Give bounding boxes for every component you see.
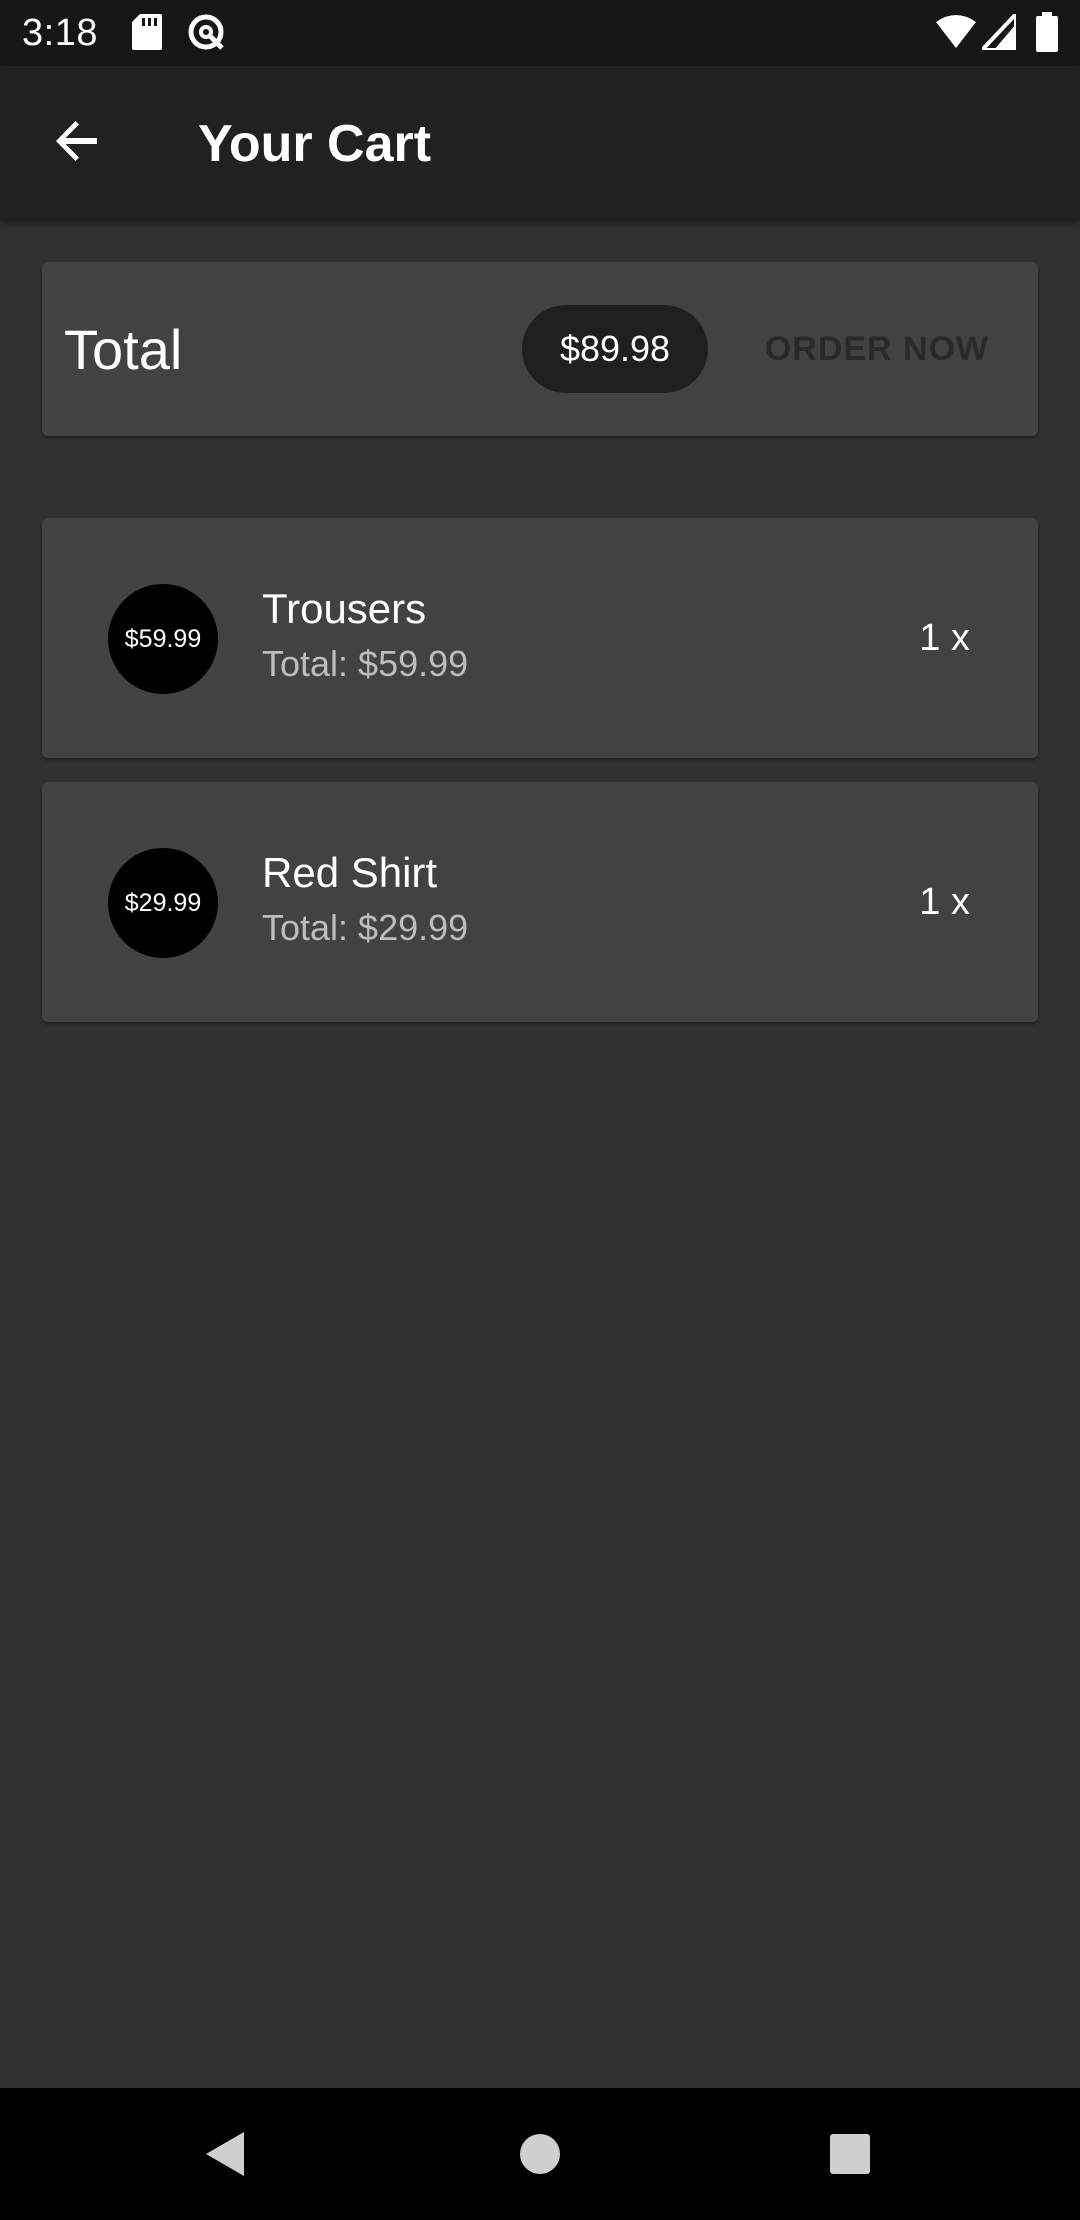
system-navigation-bar [0, 2088, 1080, 2220]
app-bar: Your Cart [0, 66, 1080, 220]
wifi-icon [936, 14, 976, 55]
arrow-back-icon [53, 117, 101, 170]
battery-icon [1036, 12, 1058, 57]
signal-icon [977, 8, 1018, 55]
nav-home-button[interactable] [500, 2116, 580, 2196]
back-triangle-icon [204, 2130, 248, 2183]
total-amount-chip: $89.98 [522, 305, 708, 393]
sd-card-icon [132, 14, 162, 55]
nav-back-button[interactable] [186, 2116, 266, 2196]
item-quantity: 1 x [919, 617, 970, 659]
page-title: Your Cart [198, 115, 432, 173]
item-price-avatar: $29.99 [108, 848, 218, 958]
nav-recents-button[interactable] [810, 2116, 890, 2196]
item-name: Trousers [262, 585, 427, 632]
order-now-button[interactable]: ORDER NOW [742, 305, 1012, 393]
total-card: Total $89.98 ORDER NOW [42, 262, 1038, 436]
data-saver-icon [186, 12, 226, 57]
item-price-avatar: $59.99 [108, 584, 218, 694]
cart-item-trousers[interactable]: $59.99 Trousers Total: $59.99 1 x [42, 518, 1038, 758]
cart-item-red-shirt[interactable]: $29.99 Red Shirt Total: $29.99 1 x [42, 782, 1038, 1022]
total-label: Total [64, 318, 183, 381]
recents-square-icon [829, 2133, 871, 2180]
item-name: Red Shirt [262, 849, 438, 896]
item-total: Total: $29.99 [262, 907, 469, 948]
status-time: 3:18 [22, 12, 98, 54]
cart-screen: 3:18 Your Cart Total $89.98 ORDER NOW $5… [0, 0, 1080, 2220]
item-total: Total: $59.99 [262, 643, 469, 684]
status-bar: 3:18 [0, 0, 1080, 66]
home-circle-icon [518, 2132, 562, 2181]
back-button[interactable] [36, 102, 118, 184]
item-quantity: 1 x [919, 881, 970, 923]
